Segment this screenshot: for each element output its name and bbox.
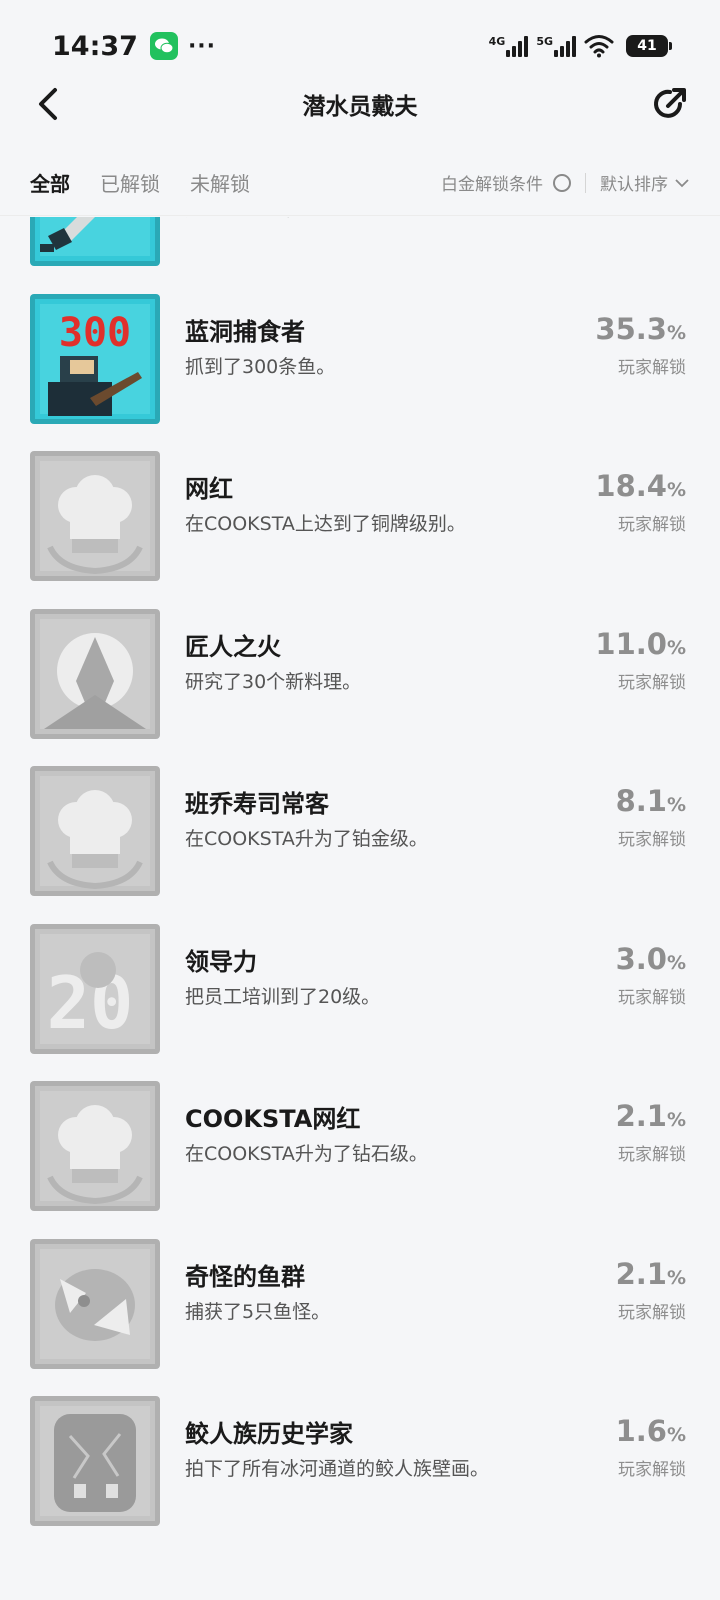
nav-bar: 潜水员戴夫 [0,72,720,136]
unlock-stat: 8.1% 玩家解锁 [616,781,686,853]
unlock-percent: 2.1 [615,1256,667,1291]
flame-icon [30,608,160,739]
tab-unlocked[interactable]: 已解锁 [100,168,160,197]
achievement-row[interactable]: 近战的男子汉用近战武器捕获了20条鱼。37.6%玩家解锁 [0,217,720,283]
filter-tab-bar: 全部 已解锁 未解锁 白金解锁条件 默认排序 [0,150,720,216]
unlock-label: 玩家解锁 [618,830,686,850]
percent-sign: % [666,636,686,659]
unlock-stat: 18.4% 玩家解锁 [595,466,686,538]
page-title: 潜水员戴夫 [302,94,418,120]
achievement-title: 班乔寿司常客 [185,790,329,818]
unlock-stat: 37.6%玩家解锁 [595,217,686,223]
achievement-desc: 抓到了300条鱼。 [185,355,336,378]
divider [585,172,586,193]
unlock-percent: 8.1 [615,784,667,818]
chevron-left-icon [39,88,57,120]
achievement-row[interactable]: 鲛人族历史学家拍下了所有冰河通道的鲛人族壁画。 1.6% 玩家解锁 [0,1385,720,1543]
tab-all[interactable]: 全部 [30,168,70,197]
signal-4g-icon: 4G [489,35,529,57]
share-button[interactable] [648,82,692,126]
achievement-title: 网红 [185,475,233,503]
platinum-condition-toggle[interactable] [553,173,571,192]
achievement-row[interactable]: COOKSTA网红在COOKSTA升为了钻石级。 2.1% 玩家解锁 [0,1070,720,1228]
more-notifications-icon: ··· [187,33,217,59]
unlock-percent: 35.3 [595,311,667,346]
unlock-label: 玩家解锁 [595,217,686,223]
unlock-label: 玩家解锁 [618,1460,686,1480]
achievement-title: 匠人之火 [185,632,281,661]
achievement-title: 奇怪的鱼群 [185,1262,305,1291]
staff-20-icon: 20 [30,923,160,1054]
wifi-icon [584,34,614,58]
fish-monster-icon [30,1238,160,1369]
unlock-percent: 2.1 [615,1099,667,1133]
chevron-down-icon [674,175,690,191]
sword-icon [30,217,160,266]
achievement-desc: 在COOKSTA升为了钻石级。 [185,1143,428,1165]
achievement-title: 鲛人族历史学家 [185,1420,353,1448]
net-4g-label: 4G [488,35,506,48]
percent-sign: % [666,479,686,501]
achievement-row[interactable]: 奇怪的鱼群捕获了5只鱼怪。 2.1% 玩家解锁 [0,1228,720,1386]
unlock-label: 玩家解锁 [618,357,686,378]
net-5g-label: 5G [536,35,553,48]
unlock-percent: 1.6 [615,1414,667,1448]
unlock-percent: 18.4 [595,469,667,503]
unlock-label: 玩家解锁 [618,1145,686,1165]
unlock-stat: 1.6% 玩家解锁 [616,1411,686,1483]
chef-hat-icon [30,451,160,581]
chef-hat-icon [30,1081,160,1211]
achievement-desc: 在COOKSTA上达到了铜牌级别。 [185,513,466,535]
unlock-label: 玩家解锁 [618,1302,686,1323]
achievement-desc: 把员工培训到了20级。 [185,985,381,1008]
tab-locked[interactable]: 未解锁 [190,168,250,197]
back-button[interactable] [28,84,68,124]
achievement-row[interactable]: 班乔寿司常客在COOKSTA升为了铂金级。 8.1% 玩家解锁 [0,755,720,913]
unlock-label: 玩家解锁 [618,672,686,693]
achievement-desc: 捕获了5只鱼怪。 [185,1300,331,1323]
achievement-title: 领导力 [185,947,257,976]
mural-icon [30,1396,160,1526]
percent-sign: % [666,1109,686,1131]
unlock-stat: 35.3% 玩家解锁 [595,309,686,381]
share-icon [654,88,686,118]
achievement-title: 蓝洞捕食者 [185,317,305,346]
unlock-label: 玩家解锁 [618,515,686,535]
sort-dropdown[interactable]: 默认排序 [600,170,668,195]
percent-sign: % [666,1266,686,1289]
unlock-stat: 3.0% 玩家解锁 [616,939,686,1011]
unlock-stat: 2.1% 玩家解锁 [616,1096,686,1168]
achievement-desc: 在COOKSTA升为了铂金级。 [185,828,428,850]
unlock-percent: 11.0 [595,626,667,661]
diver-300-icon: 300 [30,293,160,424]
achievement-row[interactable]: 网红在COOKSTA上达到了铜牌级别。 18.4% 玩家解锁 [0,440,720,598]
achievement-desc: 用近战武器捕获了20条鱼。 [185,217,545,224]
achievement-desc: 拍下了所有冰河通道的鲛人族壁画。 [185,1458,490,1480]
percent-sign: % [666,794,686,816]
achievement-row[interactable]: 匠人之火研究了30个新料理。 11.0% 玩家解锁 [0,598,720,756]
wechat-icon [149,32,178,60]
battery-icon: 41 [626,35,672,57]
achievement-desc: 研究了30个新料理。 [185,670,362,693]
unlock-stat: 11.0% 玩家解锁 [595,624,686,696]
unlock-label: 玩家解锁 [618,987,686,1008]
status-time: 14:37 [52,30,138,62]
achievement-row[interactable]: 20 领导力把员工培训到了20级。 3.0% 玩家解锁 [0,913,720,1071]
chef-hat-icon [30,766,160,896]
unlock-stat: 2.1% 玩家解锁 [616,1254,686,1326]
achievement-row[interactable]: 300 蓝洞捕食者抓到了300条鱼。 35.3% 玩家解锁 [0,283,720,441]
achievement-title: COOKSTA网红 [185,1105,361,1133]
unlock-percent: 3.0 [615,941,667,976]
achievement-list[interactable]: 近战的男子汉用近战武器捕获了20条鱼。37.6%玩家解锁300蓝洞捕食者抓到了3… [0,217,720,1600]
svg-text:300: 300 [59,310,131,356]
percent-sign: % [666,1424,686,1446]
signal-5g-icon: 5G [536,35,576,57]
platinum-condition-label: 白金解锁条件 [441,175,543,195]
percent-sign: % [666,951,686,974]
percent-sign: % [666,321,686,344]
